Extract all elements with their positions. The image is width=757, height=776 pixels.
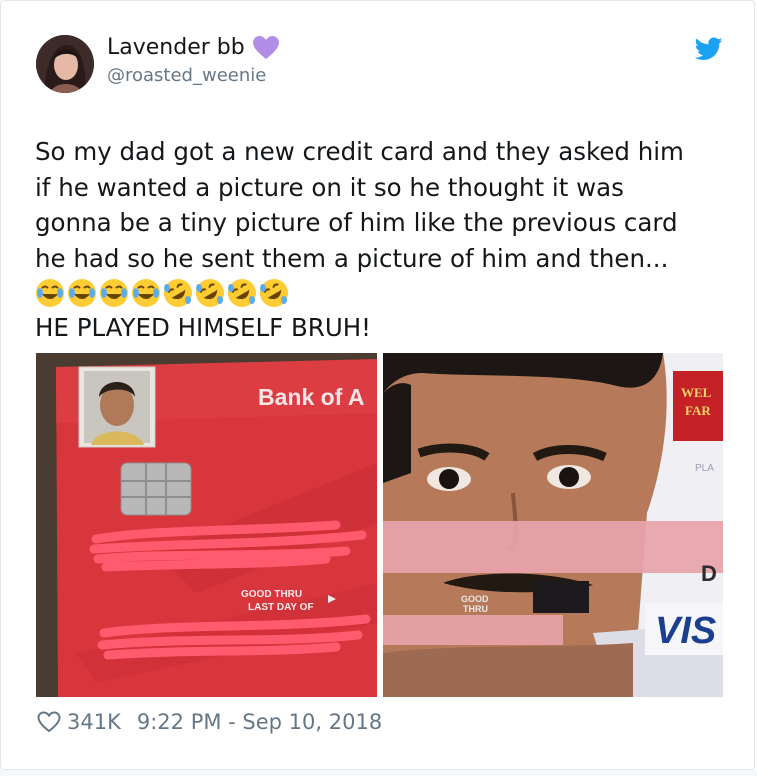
tweet-text: So my dad got a new credit card and they… <box>35 134 735 346</box>
user-handle[interactable]: @roasted_weenie <box>107 65 266 86</box>
purple-heart-icon <box>252 35 279 59</box>
joy-emoji-icon <box>36 279 64 307</box>
rofl-emoji-icon <box>260 279 288 307</box>
joy-emoji-icon <box>100 279 128 307</box>
bank-brand-line1: WEL <box>681 385 712 400</box>
tweet-card: Lavender bb @roasted_weenie So my dad go… <box>0 0 755 770</box>
like-count[interactable]: 341K <box>67 710 121 734</box>
credit-card-image: Bank of A GOOD THRU LAST DAY OF <box>36 353 377 697</box>
good-text: GOOD <box>461 594 489 604</box>
bank-brand-line2: FAR <box>685 403 711 418</box>
d-text: D <box>701 561 717 586</box>
tweet-text-line: HE PLAYED HIMSELF BRUH! <box>35 313 371 342</box>
tweet-text-line: So my dad got a new credit card and they… <box>35 137 684 166</box>
face-card-image: WEL FAR PLA GOOD THRU D VIS <box>383 353 723 697</box>
platinum-text: PLA <box>695 463 714 474</box>
credit-card-photo-right[interactable]: WEL FAR PLA GOOD THRU D VIS <box>383 353 723 697</box>
thru-text: THRU <box>463 604 488 614</box>
rofl-emoji-icon <box>228 279 256 307</box>
emoji-row <box>35 276 735 310</box>
heart-icon[interactable] <box>37 711 61 733</box>
avatar[interactable] <box>36 35 94 93</box>
tweet-text-line: he had so he sent them a picture of him … <box>35 243 669 273</box>
visa-logo-text: VIS <box>655 610 716 652</box>
joy-emoji-icon <box>68 279 96 307</box>
good-thru-text: GOOD THRU <box>241 589 302 600</box>
twitter-bird-icon[interactable] <box>695 37 723 61</box>
bank-logo-text: Bank of A <box>258 384 365 410</box>
tweet-footer: 341K 9:22 PM - Sep 10, 2018 <box>37 710 382 734</box>
display-name[interactable]: Lavender bb <box>107 35 245 60</box>
tweet-text-line: if he wanted a picture on it so he thoug… <box>35 172 624 202</box>
joy-emoji-icon <box>132 279 160 307</box>
last-day-text: LAST DAY OF <box>248 602 314 613</box>
rofl-emoji-icon <box>196 279 224 307</box>
display-name-row[interactable]: Lavender bb <box>107 35 279 60</box>
tweet-text-line: gonna be a tiny picture of him like the … <box>35 208 678 237</box>
tweet-timestamp[interactable]: 9:22 PM - Sep 10, 2018 <box>137 710 382 734</box>
credit-card-photo-left[interactable]: Bank of A GOOD THRU LAST DAY OF <box>36 353 377 697</box>
avatar-photo <box>36 35 94 93</box>
rofl-emoji-icon <box>164 279 192 307</box>
bottom-divider <box>0 770 757 776</box>
